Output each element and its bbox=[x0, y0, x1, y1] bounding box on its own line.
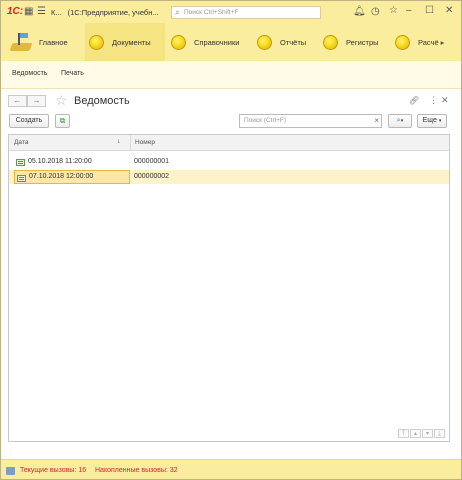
global-search-placeholder: Поиск Ctrl+Shift+F bbox=[184, 9, 239, 16]
sort-down-icon[interactable]: ↓ bbox=[117, 138, 121, 145]
section-reports-label: Отчёты bbox=[280, 37, 307, 47]
favorite-star-icon[interactable]: ☆ bbox=[55, 92, 68, 109]
form-title: Ведомость bbox=[74, 95, 130, 107]
menu-icon[interactable]: ☰ bbox=[37, 7, 46, 17]
section-calculation-label: Расчё bbox=[418, 37, 439, 47]
close-icon[interactable]: ✕ bbox=[445, 6, 453, 16]
section-documents-label: Документы bbox=[112, 37, 151, 47]
section-documents[interactable]: Документы bbox=[85, 23, 165, 61]
app-window: 1С: ▦ ☰ К... (1С:Предприятие, учебн... ⌕ … bbox=[0, 0, 462, 480]
date-cell[interactable]: 05.10.2018 11:20:00 bbox=[14, 155, 130, 169]
scroll-up-icon[interactable]: ▴ bbox=[410, 429, 421, 438]
command-statement[interactable]: Ведомость bbox=[12, 70, 47, 77]
clear-icon[interactable]: × bbox=[374, 116, 379, 125]
column-header-number[interactable]: Номер bbox=[135, 139, 155, 146]
date-value: 05.10.2018 11:20:00 bbox=[28, 158, 92, 165]
accumulated-calls: Накопленные вызовы: 32 bbox=[95, 467, 178, 474]
documents-table[interactable]: Дата ↓ Номер 05.10.2018 11:20:00 0000000… bbox=[8, 134, 450, 442]
link-icon[interactable]: 🔗︎ bbox=[409, 96, 419, 105]
column-separator[interactable] bbox=[130, 135, 131, 151]
section-reports[interactable]: Отчёты bbox=[253, 23, 315, 61]
table-row-selected[interactable]: 07.10.2018 12:00:00 000000002 bbox=[9, 170, 449, 184]
sections-panel: Главное Документы Справочники Отчёты Рег… bbox=[1, 23, 461, 61]
app-logo: 1С: bbox=[7, 6, 24, 17]
coin-icon bbox=[257, 34, 272, 50]
global-search-input[interactable]: ⌕ Поиск Ctrl+Shift+F bbox=[171, 6, 321, 19]
coin-icon bbox=[89, 34, 104, 50]
navigation-buttons: ← → bbox=[8, 95, 46, 107]
window-title-text: (1С:Предприятие, учебн... bbox=[67, 8, 159, 17]
section-catalogs-label: Справочники bbox=[194, 37, 240, 47]
section-commands: Ведомость Печать bbox=[1, 61, 461, 89]
dropdown-arrow-icon: ▾ bbox=[400, 118, 404, 124]
grid-icon[interactable]: ▦ bbox=[24, 7, 33, 17]
number-cell[interactable]: 000000002 bbox=[134, 170, 169, 184]
document-icon bbox=[17, 175, 26, 182]
short-title: К... bbox=[51, 8, 62, 17]
copy-button[interactable]: ⧉ bbox=[55, 114, 70, 128]
section-registers-label: Регистры bbox=[346, 37, 379, 47]
minimize-icon[interactable]: – bbox=[406, 6, 412, 16]
search-icon: ⌕ bbox=[175, 8, 180, 17]
create-button[interactable]: Создать bbox=[9, 114, 49, 128]
coin-icon bbox=[395, 34, 410, 50]
status-bar: Текущие вызовы: 16 Накопленные вызовы: 3… bbox=[1, 459, 461, 479]
search-options-button[interactable]: ⌕▾ bbox=[388, 114, 412, 128]
home-icon bbox=[9, 31, 33, 53]
more-label: Еще bbox=[422, 117, 437, 124]
number-cell[interactable]: 000000001 bbox=[134, 155, 169, 169]
maximize-icon[interactable]: ☐ bbox=[425, 6, 434, 16]
coin-icon bbox=[171, 34, 186, 50]
column-header-date[interactable]: Дата bbox=[14, 139, 28, 146]
forward-button[interactable]: → bbox=[27, 95, 46, 107]
section-catalogs[interactable]: Справочники bbox=[167, 23, 249, 61]
scroll-top-icon[interactable]: ⤒ bbox=[398, 429, 409, 438]
copy-icon: ⧉ bbox=[59, 116, 66, 125]
form-close-icon[interactable]: ✕ bbox=[441, 95, 449, 106]
more-button[interactable]: Еще ▾ bbox=[417, 114, 447, 128]
window-title: К... (1С:Предприятие, учебн... bbox=[51, 8, 165, 17]
list-form: ← → ☆ Ведомость 🔗︎ ⋮ ✕ Создать ⧉ Поиск (… bbox=[1, 89, 461, 459]
scroll-down-icon[interactable]: ▾ bbox=[422, 429, 433, 438]
table-scroll-controls: ⤒ ▴ ▾ ⤓ bbox=[397, 429, 445, 438]
table-row[interactable]: 05.10.2018 11:20:00 000000001 bbox=[9, 155, 449, 169]
table-header: Дата ↓ Номер bbox=[9, 135, 449, 151]
dropdown-arrow-icon: ▾ bbox=[438, 118, 442, 124]
date-cell[interactable]: 07.10.2018 12:00:00 bbox=[14, 170, 130, 184]
more-vertical-icon[interactable]: ⋮ bbox=[429, 95, 438, 106]
title-bar: 1С: ▦ ☰ К... (1С:Предприятие, учебн... ⌕ … bbox=[1, 1, 461, 23]
back-button[interactable]: ← bbox=[8, 95, 27, 107]
search-input[interactable]: Поиск (Ctrl+F) × bbox=[239, 114, 382, 128]
command-print[interactable]: Печать bbox=[61, 70, 84, 77]
date-value: 07.10.2018 12:00:00 bbox=[29, 173, 94, 180]
star-icon[interactable]: ☆ bbox=[389, 6, 398, 16]
section-calculation[interactable]: Расчё ▸ bbox=[391, 23, 457, 61]
search-placeholder: Поиск (Ctrl+F) bbox=[244, 117, 287, 124]
coin-icon bbox=[323, 34, 338, 50]
section-main[interactable]: Главное bbox=[5, 23, 83, 61]
performance-icon[interactable] bbox=[6, 467, 15, 475]
section-registers[interactable]: Регистры bbox=[319, 23, 389, 61]
section-main-label: Главное bbox=[39, 37, 68, 47]
scroll-bottom-icon[interactable]: ⤓ bbox=[434, 429, 445, 438]
chevron-right-icon[interactable]: ▸ bbox=[441, 38, 445, 47]
current-calls: Текущие вызовы: 16 bbox=[20, 467, 87, 474]
history-icon[interactable]: ◷ bbox=[371, 7, 380, 17]
bell-icon[interactable]: 🔔︎ bbox=[353, 7, 366, 17]
document-icon bbox=[16, 159, 25, 166]
